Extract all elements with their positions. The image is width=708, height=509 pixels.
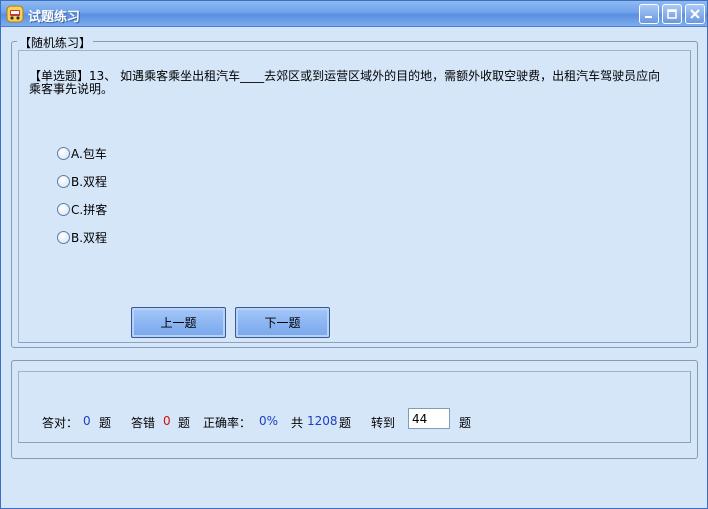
radio-button[interactable] [57, 202, 70, 216]
correct-unit: 题 [99, 416, 112, 430]
question-text: 【单选题】13、 如遇乘客乘坐出租汽车____去郊区或到运营区域外的目的地，需额… [29, 70, 679, 96]
close-icon [690, 9, 700, 19]
goto-unit: 题 [459, 416, 472, 430]
correct-label: 答对： [42, 416, 79, 430]
option-label: C.拼客 [71, 202, 108, 217]
next-question-button[interactable]: 下一题 [235, 307, 330, 338]
option-d[interactable]: B.双程 [57, 230, 108, 245]
question-line-2: 乘客事先说明。 [29, 82, 114, 96]
wrong-unit: 题 [178, 416, 191, 430]
goto-question-input[interactable] [408, 408, 450, 429]
total-prefix: 共 [291, 416, 304, 430]
wrong-label: 答错 [131, 416, 156, 430]
maximize-icon [667, 9, 677, 19]
total-unit: 题 [339, 416, 352, 430]
stats-group: 答对： 0 题 答错 0 题 正确率： 0% 共 1208 题 转到 题 [11, 360, 698, 459]
option-a[interactable]: A.包车 [57, 146, 107, 161]
title-bar[interactable]: 试题练习 [1, 1, 707, 27]
window-title: 试题练习 [28, 10, 81, 25]
goto-label: 转到 [371, 416, 396, 430]
app-icon [6, 5, 24, 23]
maximize-button[interactable] [662, 4, 682, 24]
close-button[interactable] [685, 4, 705, 24]
option-c[interactable]: C.拼客 [57, 202, 108, 217]
option-label: A.包车 [71, 146, 107, 161]
accuracy-value: 0% [259, 414, 279, 428]
radio-button[interactable] [57, 174, 70, 188]
option-label: B.双程 [71, 174, 108, 189]
option-b[interactable]: B.双程 [57, 174, 108, 189]
minimize-button[interactable] [639, 4, 659, 24]
minimize-icon [645, 16, 652, 18]
prev-question-button[interactable]: 上一题 [131, 307, 226, 338]
question-panel: 【单选题】13、 如遇乘客乘坐出租汽车____去郊区或到运营区域外的目的地，需额… [18, 50, 691, 343]
total-count: 1208 [307, 414, 338, 428]
option-label: B.双程 [71, 230, 108, 245]
practice-legend: 【随机练习】 [17, 34, 94, 51]
stats-panel: 答对： 0 题 答错 0 题 正确率： 0% 共 1208 题 转到 题 [18, 371, 691, 443]
radio-button[interactable] [57, 146, 70, 160]
practice-group: 【随机练习】 【单选题】13、 如遇乘客乘坐出租汽车____去郊区或到运营区域外… [11, 34, 698, 348]
radio-button[interactable] [57, 230, 70, 244]
correct-count: 0 [83, 414, 91, 428]
practice-window: 试题练习 【随机练习】 【单选题】13、 如遇乘客乘坐出租汽车____去郊区或到… [0, 0, 708, 509]
wrong-count: 0 [163, 414, 171, 428]
question-line-1: 【单选题】13、 如遇乘客乘坐出租汽车____去郊区或到运营区域外的目的地，需额… [29, 69, 661, 83]
accuracy-label: 正确率： [203, 416, 252, 430]
